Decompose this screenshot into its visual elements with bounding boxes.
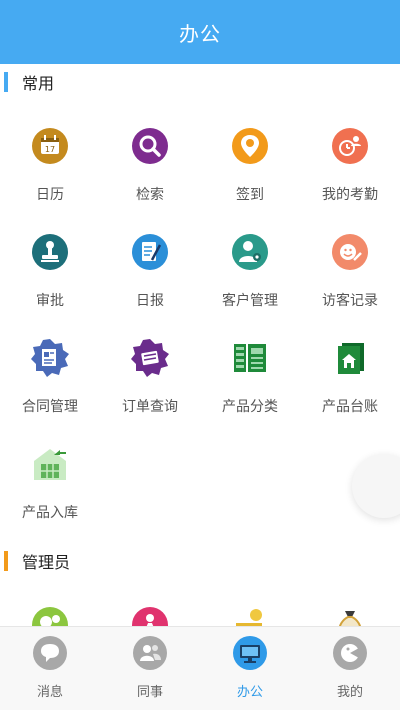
section-label: 管理员 — [22, 553, 71, 572]
calendar-icon: 17 — [32, 128, 68, 164]
location-pin-icon — [232, 128, 268, 164]
grid-item-product-inbound[interactable]: 产品入库 — [0, 422, 100, 528]
grid-item-product-ledger[interactable]: 产品台账 — [300, 316, 400, 422]
grid-item-approval[interactable]: 审批 — [0, 210, 100, 316]
grid-item-label: 签到 — [236, 187, 264, 203]
message-bubble-icon — [33, 636, 67, 670]
grid-item-label: 产品台账 — [322, 399, 378, 415]
grid-item-label: 我的考勤 — [322, 187, 378, 203]
grid-item-order[interactable]: 订单查询 — [100, 316, 200, 422]
search-icon — [132, 128, 168, 164]
tab-label: 我的 — [336, 685, 363, 700]
grid-item-label: 合同管理 — [22, 399, 78, 415]
admin-person-icon — [132, 607, 168, 626]
grid-item-admin-4[interactable] — [300, 583, 400, 626]
grid-item-customer[interactable]: 客户管理 — [200, 210, 300, 316]
tab-colleagues[interactable]: 同事 — [100, 627, 200, 710]
section-admin-title: 管理员 — [0, 549, 70, 573]
section-common-title: 常用 — [0, 70, 54, 94]
visitor-record-icon — [332, 234, 368, 270]
grid-item-label: 检索 — [136, 187, 164, 203]
section-accent-bar — [4, 551, 8, 571]
admin-money-icon — [236, 609, 262, 626]
grid-item-search[interactable]: 检索 — [100, 104, 200, 210]
section-label: 常用 — [22, 74, 55, 93]
tab-office[interactable]: 办公 — [200, 627, 300, 710]
order-gear-icon — [131, 339, 169, 377]
office-monitor-icon — [233, 636, 267, 670]
grid-item-label: 订单查询 — [122, 399, 178, 415]
grid-item-label: 审批 — [36, 293, 64, 309]
grid-item-calendar[interactable]: 17 日历 — [0, 104, 100, 210]
tab-messages[interactable]: 消息 — [0, 627, 100, 710]
grid-item-contract[interactable]: 合同管理 — [0, 316, 100, 422]
grid-item-label: 产品入库 — [22, 505, 78, 521]
grid-item-daily-report[interactable]: 日报 — [100, 210, 200, 316]
profile-icon — [333, 636, 367, 670]
app-header: 办公 — [0, 0, 400, 64]
customer-icon — [232, 234, 268, 270]
admin-gear-icon — [32, 607, 68, 626]
content-area[interactable]: 常用 17 日历 检索 签到 我的考勤 审批 日报 客户管理 访客记录 合同管理… — [0, 64, 400, 626]
contract-gear-icon — [31, 339, 69, 377]
tab-label: 消息 — [36, 685, 63, 700]
product-category-icon — [234, 344, 266, 372]
grid-item-product-category[interactable]: 产品分类 — [200, 316, 300, 422]
grid-item-label: 客户管理 — [222, 293, 278, 309]
grid-item-label: 产品分类 — [222, 399, 278, 415]
grid-item-admin-3[interactable] — [200, 583, 300, 626]
tab-profile[interactable]: 我的 — [300, 627, 400, 710]
tab-label: 同事 — [136, 685, 163, 700]
admin-money-bag-icon — [339, 611, 361, 626]
attendance-clock-icon — [332, 128, 368, 164]
grid-item-label: 日历 — [36, 187, 64, 203]
svg-text:17: 17 — [45, 145, 55, 154]
grid-item-visitor[interactable]: 访客记录 — [300, 210, 400, 316]
colleagues-icon — [133, 636, 167, 670]
grid-item-label: 日报 — [136, 293, 164, 309]
warehouse-icon — [34, 449, 66, 480]
page-title: 办公 — [179, 21, 221, 46]
grid-item-checkin[interactable]: 签到 — [200, 104, 300, 210]
bottom-tab-bar: 消息 同事 办公 我的 — [0, 626, 400, 710]
grid-item-label: 访客记录 — [322, 293, 378, 309]
grid-item-attendance[interactable]: 我的考勤 — [300, 104, 400, 210]
stamp-icon — [32, 234, 68, 270]
grid-item-admin-2[interactable] — [100, 583, 200, 626]
grid-item-admin-1[interactable] — [0, 583, 100, 626]
section-accent-bar — [4, 72, 8, 92]
product-ledger-icon — [338, 343, 364, 374]
tab-label: 办公 — [236, 685, 263, 700]
report-pen-icon — [132, 234, 168, 270]
